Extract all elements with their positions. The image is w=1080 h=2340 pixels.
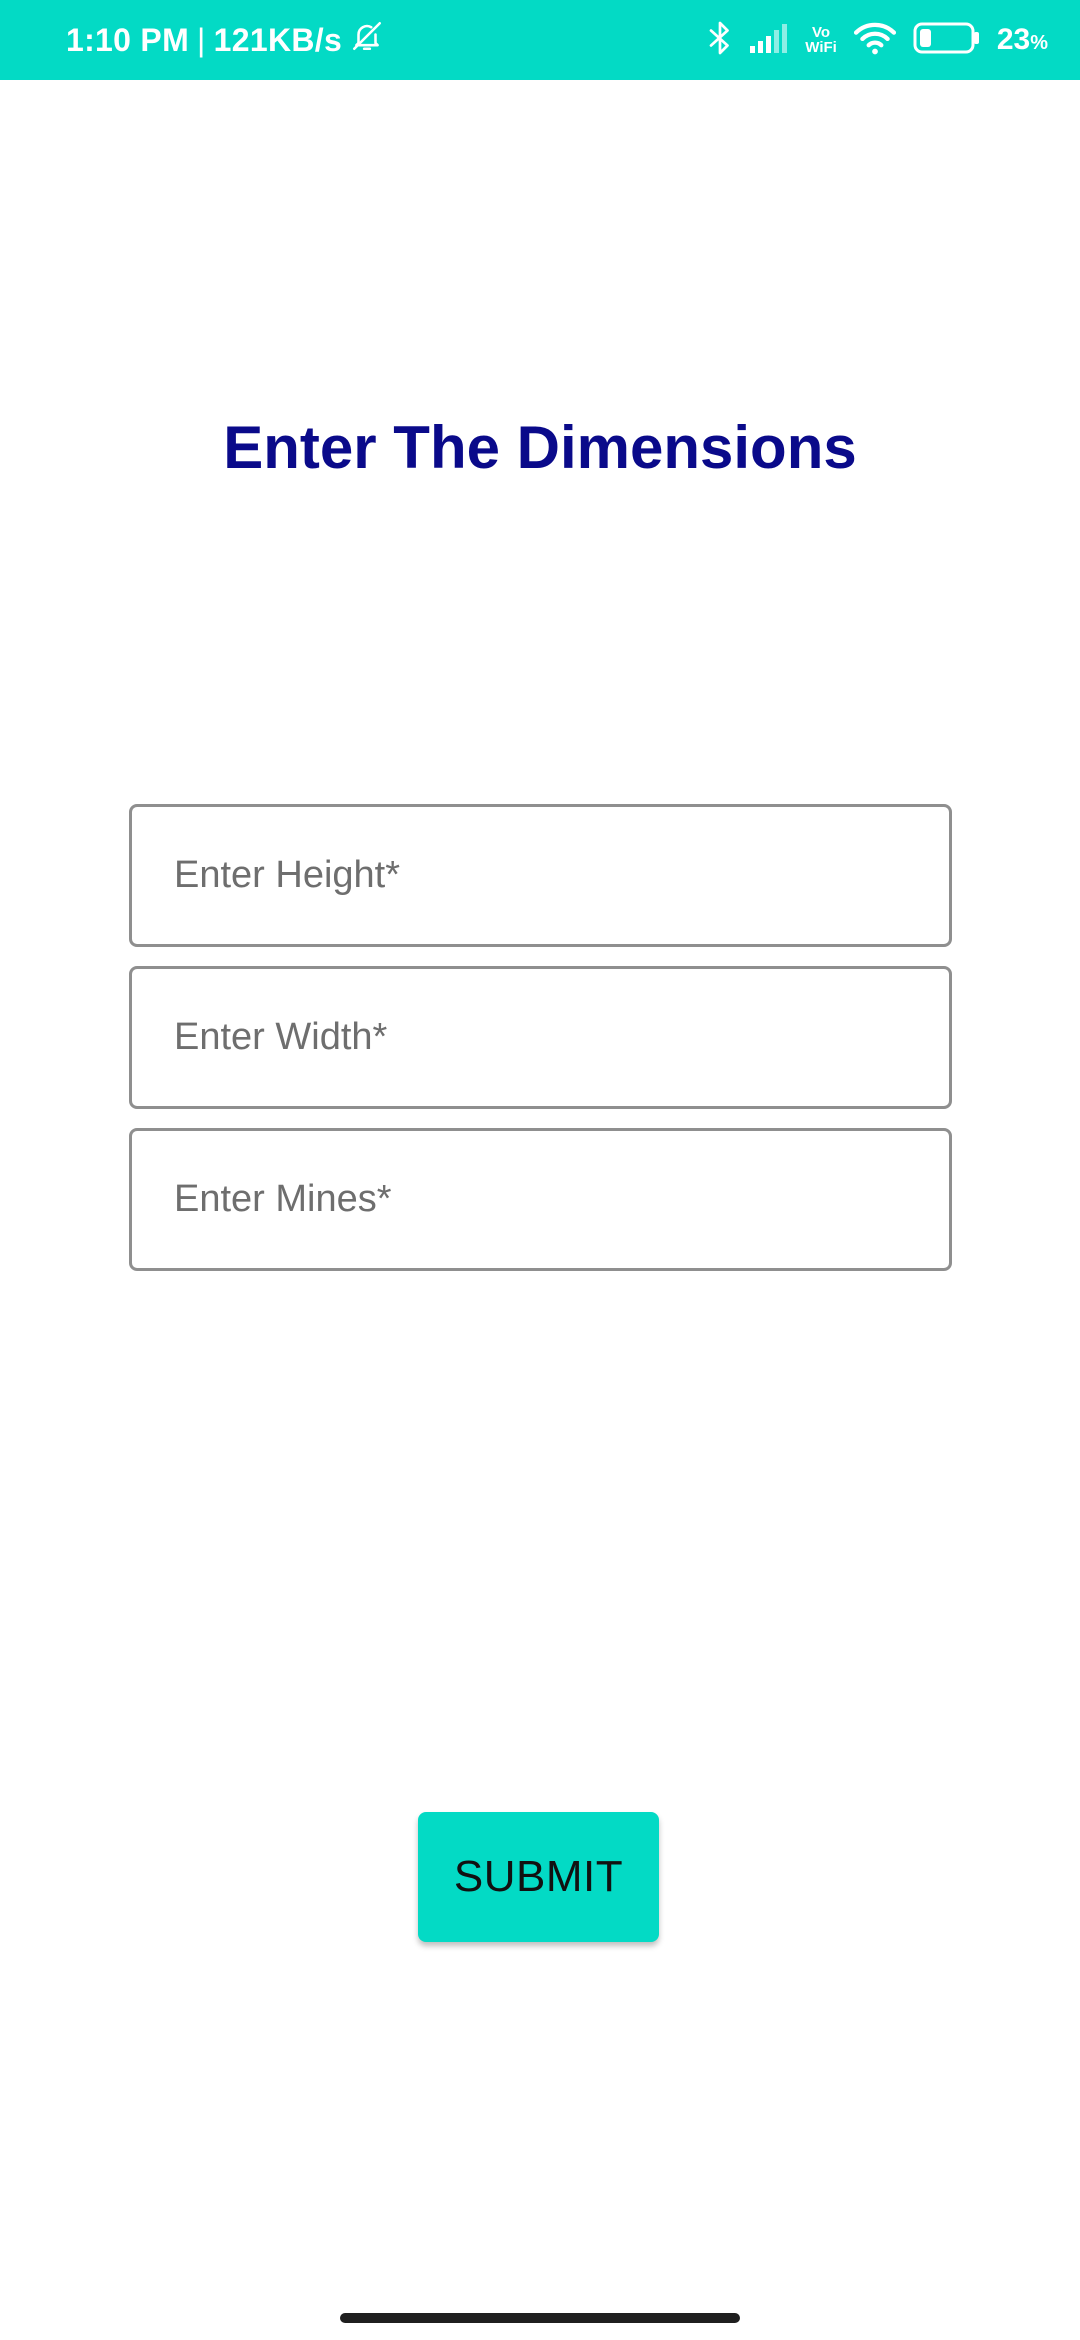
vowifi-bottom: WiFi	[805, 39, 837, 56]
status-right: Vo WiFi 23%	[707, 0, 1048, 80]
network-speed: 121KB/s	[213, 21, 343, 58]
status-left: 1:10 PM | 121KB/s	[66, 0, 384, 80]
bluetooth-icon	[707, 20, 733, 61]
status-bar: 1:10 PM | 121KB/s Vo WiFi 23%	[0, 0, 1080, 80]
mute-bell-icon	[350, 19, 384, 61]
width-input[interactable]	[132, 969, 949, 1106]
status-time: 1:10 PM	[66, 21, 190, 58]
mines-field	[129, 1128, 952, 1271]
battery-value: 23	[996, 23, 1031, 56]
mines-input[interactable]	[132, 1131, 949, 1268]
vowifi-indicator: Vo WiFi	[805, 25, 837, 55]
cell-signal-icon	[749, 22, 789, 59]
page-title: Enter The Dimensions	[223, 414, 857, 481]
battery-unit: %	[1030, 32, 1048, 54]
home-indicator[interactable]	[340, 2313, 740, 2323]
battery-icon	[913, 21, 981, 60]
status-separator: |	[197, 21, 206, 58]
height-input[interactable]	[132, 807, 949, 944]
vowifi-top: Vo	[812, 24, 831, 41]
width-field	[129, 966, 952, 1109]
height-field	[129, 804, 952, 947]
battery-percentage: 23%	[997, 23, 1048, 57]
submit-button[interactable]: SUBMIT	[418, 1812, 659, 1942]
wifi-icon	[853, 20, 897, 61]
